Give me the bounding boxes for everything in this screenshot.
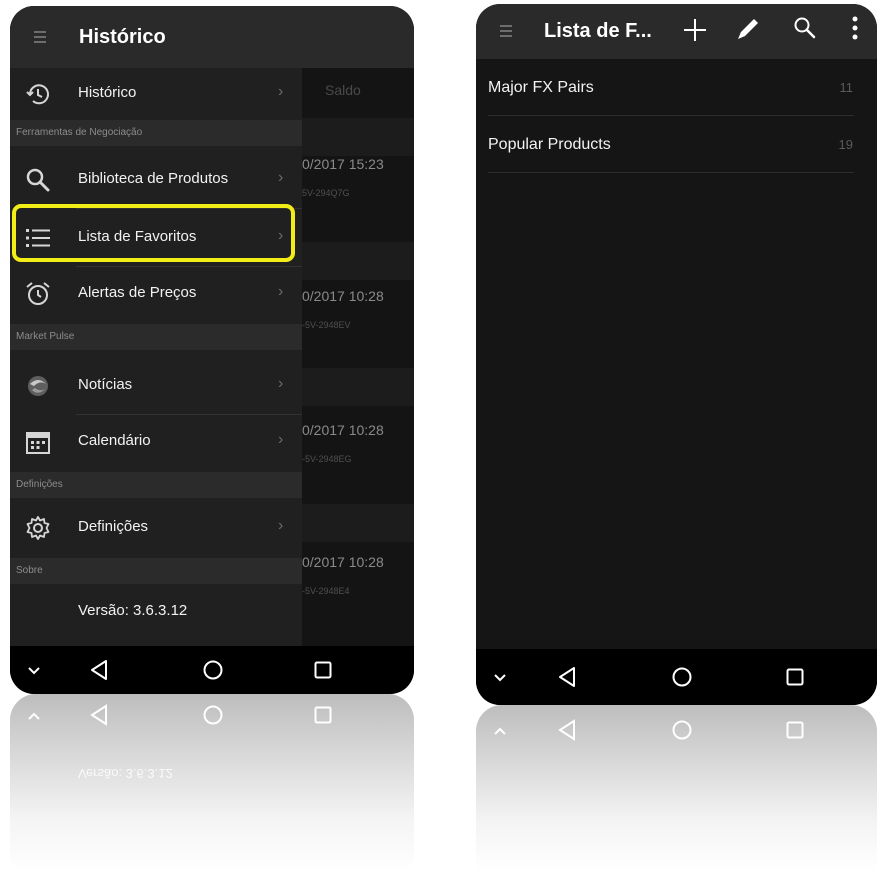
home-circle-icon [203, 705, 223, 725]
bg-row-separator [300, 368, 414, 406]
bg-row-separator [300, 118, 414, 156]
bg-row-id: -5V-2948E4 [302, 586, 350, 596]
menu-item-biblioteca[interactable]: Biblioteca de Produtos › [10, 154, 302, 206]
watchlist-name: Major FX Pairs [488, 79, 594, 96]
right-phone-reflection [476, 705, 877, 872]
chevron-right-icon: › [278, 517, 284, 534]
bg-history-row: 0/2017 10:28 -5V-2948EG [302, 422, 414, 464]
chevron-right-icon: › [278, 169, 284, 186]
left-phone-reflection: Versão: 3.6.3.12 [10, 694, 414, 872]
home-circle-icon [672, 720, 692, 740]
bg-row-date: 0/2017 10:28 [302, 554, 384, 570]
menu-divider [76, 266, 302, 267]
page-title: Lista de F... [544, 20, 652, 42]
menu-divider [76, 414, 302, 415]
menu-label: Notícias [78, 376, 133, 393]
watchlist-count: 11 [839, 80, 854, 95]
app-version: Versão: 3.6.3.12 [78, 602, 188, 619]
alarm-clock-icon [26, 282, 50, 305]
bg-history-row: 0/2017 10:28 -5V-2948E4 [302, 554, 414, 596]
chevron-down-icon [28, 712, 40, 720]
more-vertical-icon[interactable] [850, 14, 860, 44]
left-phone-screen: Saldo 0/2017 15:23 5V-294Q7G 0/2017 10:2… [10, 6, 414, 694]
recents-square-icon [786, 721, 804, 739]
bg-row-id: 5V-294Q7G [302, 188, 350, 198]
page-title: Histórico [79, 26, 166, 48]
chevron-down-icon [494, 727, 506, 735]
bg-row-date: 0/2017 10:28 [302, 422, 384, 438]
section-header-definicoes: Definições [10, 472, 302, 498]
back-triangle-icon [558, 719, 575, 741]
back-triangle-icon [90, 704, 107, 726]
history-icon [26, 84, 49, 105]
menu-label: Alertas de Preços [78, 284, 197, 301]
list-item[interactable]: Popular Products 19 [476, 116, 877, 173]
favoritos-highlight-box [12, 204, 295, 262]
back-triangle-icon[interactable] [554, 649, 580, 705]
bg-row-date: 0/2017 10:28 [302, 288, 384, 304]
navigation-drawer: Histórico › Ferramentas de Negociação Bi… [10, 68, 302, 646]
right-phone-screen: Lista de F... Major FX Pairs 11 Popular … [476, 4, 877, 705]
plus-icon[interactable] [682, 17, 708, 43]
watchlist-name: Popular Products [488, 136, 611, 153]
list-item[interactable]: Major FX Pairs 11 [476, 59, 877, 116]
bg-row-id: -5V-2948EG [302, 454, 352, 464]
watchlist-count: 19 [838, 137, 853, 152]
chevron-down-icon[interactable] [490, 649, 510, 705]
menu-item-historico[interactable]: Histórico › [10, 68, 302, 120]
menu-label: Definições [78, 518, 149, 535]
search-icon[interactable] [792, 15, 818, 41]
back-triangle-icon[interactable] [86, 646, 112, 694]
saldo-column-header: Saldo [325, 82, 361, 98]
section-header-sobre: Sobre [10, 558, 302, 584]
news-icon [28, 376, 48, 396]
section-header-tools: Ferramentas de Negociação [10, 120, 302, 146]
bg-row-separator [300, 504, 414, 542]
section-header-market-pulse: Market Pulse [10, 324, 302, 350]
system-navigation-bar [10, 646, 414, 694]
menu-label: Biblioteca de Produtos [78, 170, 229, 187]
pencil-icon[interactable] [734, 15, 762, 43]
menu-item-noticias[interactable]: Notícias › [10, 360, 302, 412]
menu-item-alertas-de-precos[interactable]: Alertas de Preços › [10, 268, 302, 320]
recents-square-icon [314, 706, 332, 724]
menu-item-calendario[interactable]: Calendário › [10, 416, 302, 468]
app-header: Histórico [10, 6, 414, 68]
home-circle-icon[interactable] [669, 649, 695, 705]
hamburger-icon[interactable] [500, 25, 512, 40]
menu-label: Calendário [78, 432, 151, 449]
menu-label: Histórico [78, 84, 137, 101]
chevron-right-icon: › [278, 375, 284, 392]
calendar-icon [26, 432, 50, 454]
recents-square-icon[interactable] [310, 646, 336, 694]
bg-row-id: -5V-2948EV [302, 320, 351, 330]
bg-row-separator [300, 242, 414, 280]
bg-history-row: 0/2017 15:23 5V-294Q7G [302, 156, 414, 198]
list-divider [488, 172, 854, 173]
recents-square-icon[interactable] [782, 649, 808, 705]
bg-history-row: 0/2017 10:28 -5V-2948EV [302, 288, 414, 330]
chevron-right-icon: › [278, 431, 284, 448]
chevron-right-icon: › [278, 83, 284, 100]
chevron-down-icon[interactable] [24, 646, 44, 694]
bg-row-date: 0/2017 15:23 [302, 156, 384, 172]
reflected-version-text: Versão: 3.6.3.12 [78, 766, 173, 781]
app-header: Lista de F... [476, 4, 877, 59]
hamburger-icon[interactable] [34, 31, 46, 46]
chevron-right-icon: › [278, 283, 284, 300]
menu-item-definicoes[interactable]: Definições › [10, 502, 302, 554]
watchlist-list: Major FX Pairs 11 Popular Products 19 [476, 59, 877, 649]
home-circle-icon[interactable] [200, 646, 226, 694]
gear-icon [26, 516, 50, 540]
system-navigation-bar [476, 649, 877, 705]
search-icon [26, 168, 50, 192]
